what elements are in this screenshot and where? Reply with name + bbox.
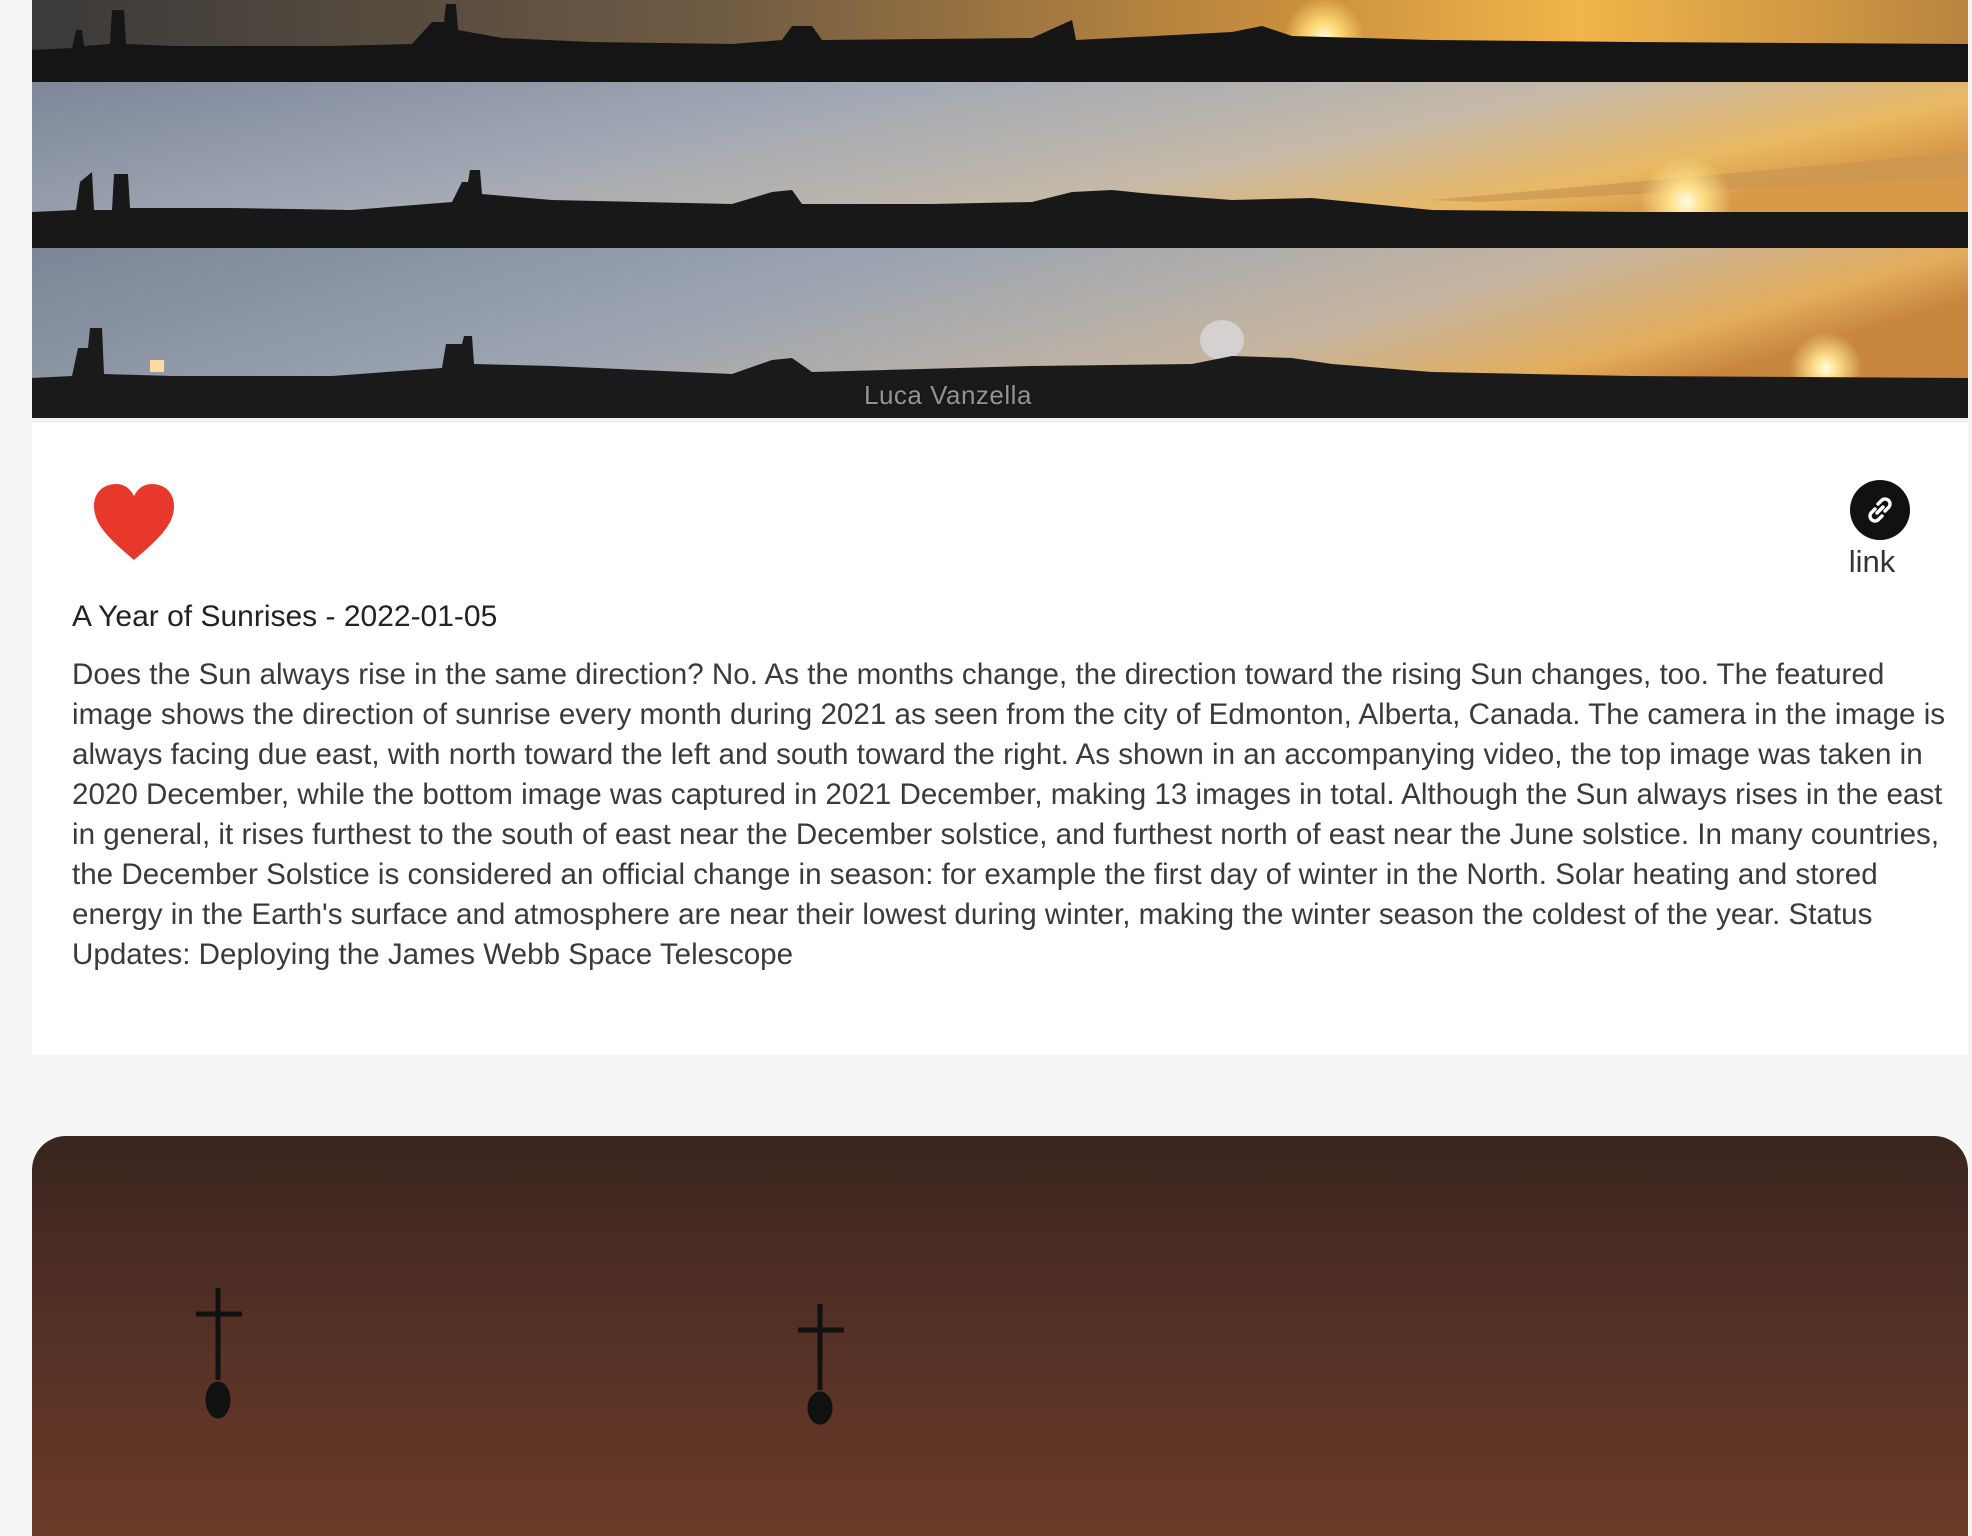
photo-credit: Luca Vanzella bbox=[864, 380, 1032, 410]
sunrise-strip-1 bbox=[32, 0, 1968, 82]
like-button[interactable] bbox=[88, 480, 180, 564]
post-title: A Year of Sunrises - 2022-01-05 bbox=[72, 600, 498, 633]
link-label: link bbox=[1848, 544, 1896, 579]
chain-link-icon bbox=[1850, 480, 1910, 540]
post-card: Luca Vanzella link A Year of Sunrises - … bbox=[32, 0, 1968, 1055]
divider bbox=[32, 418, 1968, 423]
heart-icon bbox=[94, 484, 174, 560]
post-description: Does the Sun always rise in the same dir… bbox=[72, 658, 1946, 971]
next-post-photo[interactable] bbox=[32, 1136, 1968, 1536]
link-button[interactable]: link bbox=[1840, 480, 1920, 580]
sunrise-photo[interactable]: Luca Vanzella bbox=[32, 0, 1968, 418]
sunrise-strip-2 bbox=[32, 82, 1968, 248]
church-spires-image bbox=[196, 1288, 844, 1425]
